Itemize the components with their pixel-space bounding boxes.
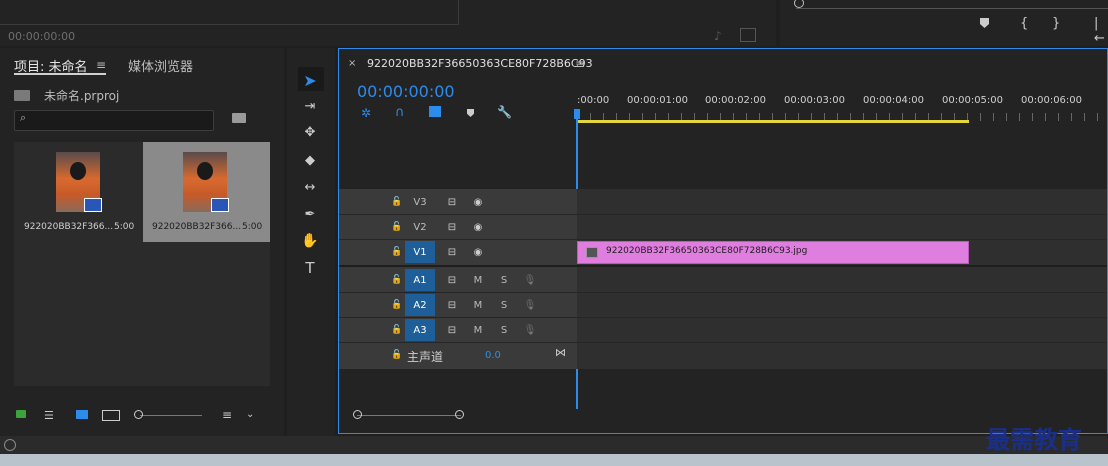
- source-monitor-panel: 00:00:00:00 ♪: [0, 0, 776, 46]
- lock-icon[interactable]: 🔓: [391, 197, 402, 207]
- lock-icon[interactable]: 🔓: [391, 247, 402, 257]
- list-view-icon[interactable]: ☰: [44, 409, 54, 422]
- taskbar-strip: [0, 454, 1108, 466]
- source-timecode: 00:00:00:00: [8, 30, 76, 43]
- lock-icon[interactable]: 🔓: [391, 350, 402, 360]
- selection-tool-icon[interactable]: ➤: [298, 68, 322, 92]
- lock-icon[interactable]: 🔓: [391, 325, 402, 335]
- search-input[interactable]: [14, 110, 214, 131]
- image-badge-icon: [84, 198, 102, 212]
- track-target-a2[interactable]: A2: [405, 294, 435, 316]
- timeline-clip[interactable]: 922020BB32F36650363CE80F728B6C93.jpg: [577, 241, 969, 264]
- media-item-duration: 5:00: [114, 222, 135, 232]
- marker-icon[interactable]: [980, 18, 989, 28]
- eye-icon[interactable]: ◉: [463, 191, 493, 213]
- mark-out-icon[interactable]: }: [1052, 16, 1060, 31]
- chevron-down-icon[interactable]: ⌄: [246, 409, 254, 420]
- go-to-in-icon[interactable]: |←: [1094, 16, 1108, 46]
- type-tool-icon[interactable]: T: [298, 256, 322, 280]
- microphone-icon[interactable]: 🎙: [515, 269, 545, 291]
- fx-icon: [586, 247, 598, 258]
- icon-view-icon[interactable]: [76, 410, 88, 419]
- close-icon[interactable]: ×: [348, 58, 356, 69]
- add-marker-icon[interactable]: [467, 109, 474, 117]
- media-item-selected[interactable]: 922020BB32F366... 5:00: [143, 142, 270, 242]
- microphone-icon[interactable]: 🎙: [515, 294, 545, 316]
- search-icon: ⌕: [20, 111, 27, 124]
- tab-media-browser[interactable]: 媒体浏览器: [128, 56, 193, 75]
- sequence-tab[interactable]: 922020BB32F36650363CE80F728B6C93: [367, 57, 593, 70]
- horizontal-scroll[interactable]: [357, 415, 461, 416]
- media-item-duration: 5:00: [242, 222, 263, 232]
- slip-tool-icon[interactable]: ↔: [298, 175, 322, 199]
- sort-icon[interactable]: ≡: [222, 408, 232, 422]
- scroll-left-knob[interactable]: [353, 410, 362, 419]
- clip-name: 922020BB32F36650363CE80F728B6C93.jpg: [606, 246, 808, 256]
- track-target-a1[interactable]: A1: [405, 269, 435, 291]
- media-item-name: 922020BB32F366...: [152, 222, 242, 232]
- track-target-v2[interactable]: V2: [405, 216, 435, 238]
- ruler-label: :00:00: [577, 95, 610, 106]
- export-frame-icon[interactable]: ♪: [714, 29, 722, 43]
- microphone-icon[interactable]: 🎙: [515, 319, 545, 341]
- freeform-view-icon[interactable]: [102, 410, 120, 421]
- ruler-label: 00:00:03:00: [784, 95, 846, 106]
- status-bar: [0, 436, 1108, 454]
- zoom-slider[interactable]: [140, 415, 202, 416]
- eye-icon[interactable]: ◉: [463, 216, 493, 238]
- ruler-label: 00:00:06:00: [1021, 95, 1083, 106]
- image-badge-icon: [211, 198, 229, 212]
- track-select-tool-icon[interactable]: ⇥: [298, 94, 322, 118]
- panel-menu-icon[interactable]: ≡: [575, 57, 585, 71]
- thumb-face: [197, 162, 213, 180]
- thumb-face: [70, 162, 86, 180]
- ruler-label: 00:00:05:00: [942, 95, 1004, 106]
- track-target-v3[interactable]: V3: [405, 191, 435, 213]
- project-panel: 项目: 未命名 ≡ 媒体浏览器 未命名.prproj ⌕ 922020BB32F…: [0, 48, 284, 436]
- ripple-edit-tool-icon[interactable]: ✥: [298, 120, 322, 144]
- timeline-timecode[interactable]: 00:00:00:00: [357, 82, 455, 101]
- track-target-v1[interactable]: V1: [405, 241, 435, 263]
- status-icon: [4, 439, 16, 451]
- new-bin-icon[interactable]: [232, 113, 246, 123]
- monitor-frame: [0, 0, 459, 25]
- tab-underline: [14, 73, 106, 75]
- ruler-label: 00:00:01:00: [627, 95, 689, 106]
- program-monitor-panel: { } |←: [780, 0, 1108, 46]
- razor-tool-icon[interactable]: ◆: [298, 148, 322, 172]
- master-volume[interactable]: 0.0: [485, 350, 501, 361]
- folder-icon: [14, 90, 30, 101]
- lock-icon[interactable]: 🔓: [391, 275, 402, 285]
- scroll-right-knob[interactable]: [455, 410, 464, 419]
- program-scrub[interactable]: [796, 0, 1108, 9]
- export-icon[interactable]: [740, 28, 756, 42]
- watermark: 最需教育: [986, 425, 1082, 454]
- master-track-label: 主声道: [407, 350, 444, 364]
- go-to-end-icon[interactable]: ⋈: [555, 346, 566, 359]
- playhead-handle[interactable]: [574, 109, 580, 119]
- nest-icon[interactable]: ✲: [361, 106, 371, 120]
- wrench-icon[interactable]: 🔧: [497, 105, 512, 119]
- eye-icon[interactable]: ◉: [463, 241, 493, 263]
- lock-icon[interactable]: [16, 410, 26, 418]
- zoom-slider-knob[interactable]: [134, 410, 143, 419]
- work-area-bar[interactable]: [577, 120, 969, 123]
- project-file-name: 未命名.prproj: [44, 89, 120, 103]
- panel-menu-icon[interactable]: ≡: [96, 58, 106, 72]
- timeline-panel: × 922020BB32F36650363CE80F728B6C93 ≡ 00:…: [338, 48, 1108, 434]
- track-target-a3[interactable]: A3: [405, 319, 435, 341]
- mark-in-icon[interactable]: {: [1020, 16, 1028, 31]
- hand-tool-icon[interactable]: ✋: [298, 229, 322, 253]
- ruler-label: 00:00:02:00: [705, 95, 767, 106]
- linked-selection-icon[interactable]: [429, 106, 441, 117]
- media-item[interactable]: 922020BB32F366... 5:00: [14, 142, 142, 242]
- media-item-name: 922020BB32F366...: [24, 222, 114, 232]
- snap-icon[interactable]: ∩: [395, 105, 405, 120]
- pen-tool-icon[interactable]: ✒: [298, 202, 322, 226]
- lock-icon[interactable]: 🔓: [391, 300, 402, 310]
- ruler-label: 00:00:04:00: [863, 95, 925, 106]
- lock-icon[interactable]: 🔓: [391, 222, 402, 232]
